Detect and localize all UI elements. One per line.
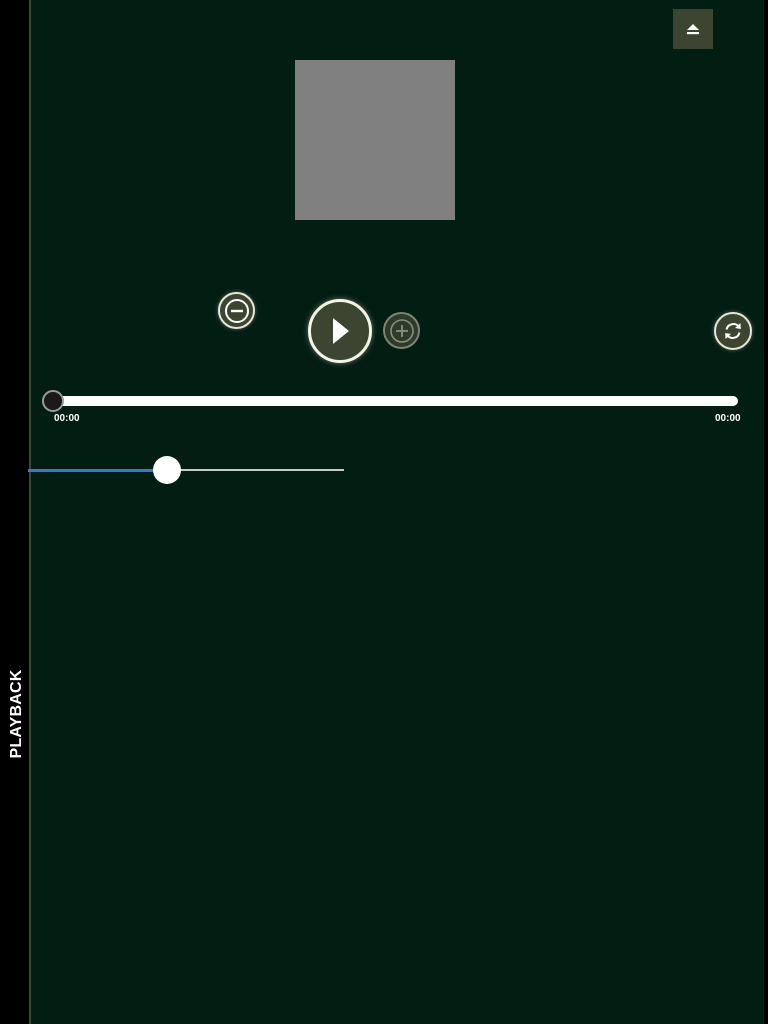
elapsed-time: 00:00 [54,413,80,424]
seek-bar[interactable] [53,396,738,406]
total-time: 00:00 [715,413,741,424]
plus-circle-icon [389,318,414,343]
repeat-icon [725,323,741,339]
decrease-button[interactable] [218,292,255,329]
volume-level-fill [28,468,168,472]
eject-button[interactable] [673,9,713,49]
album-artwork [295,60,455,220]
playback-tab-label[interactable]: PLAYBACK [8,669,26,758]
play-icon [333,318,349,344]
increase-button[interactable] [383,312,420,349]
right-edge-border [764,0,768,1024]
minus-circle-icon [224,298,249,323]
play-button[interactable] [308,299,372,363]
volume-thumb[interactable] [153,456,181,484]
volume-slider[interactable] [28,468,344,472]
repeat-button[interactable] [714,312,752,350]
seek-thumb[interactable] [42,390,64,412]
eject-icon [687,24,699,35]
playback-screen: PLAYBACK 00:00 00:00 [0,0,768,1024]
side-tab-rail[interactable]: PLAYBACK [0,0,31,1024]
